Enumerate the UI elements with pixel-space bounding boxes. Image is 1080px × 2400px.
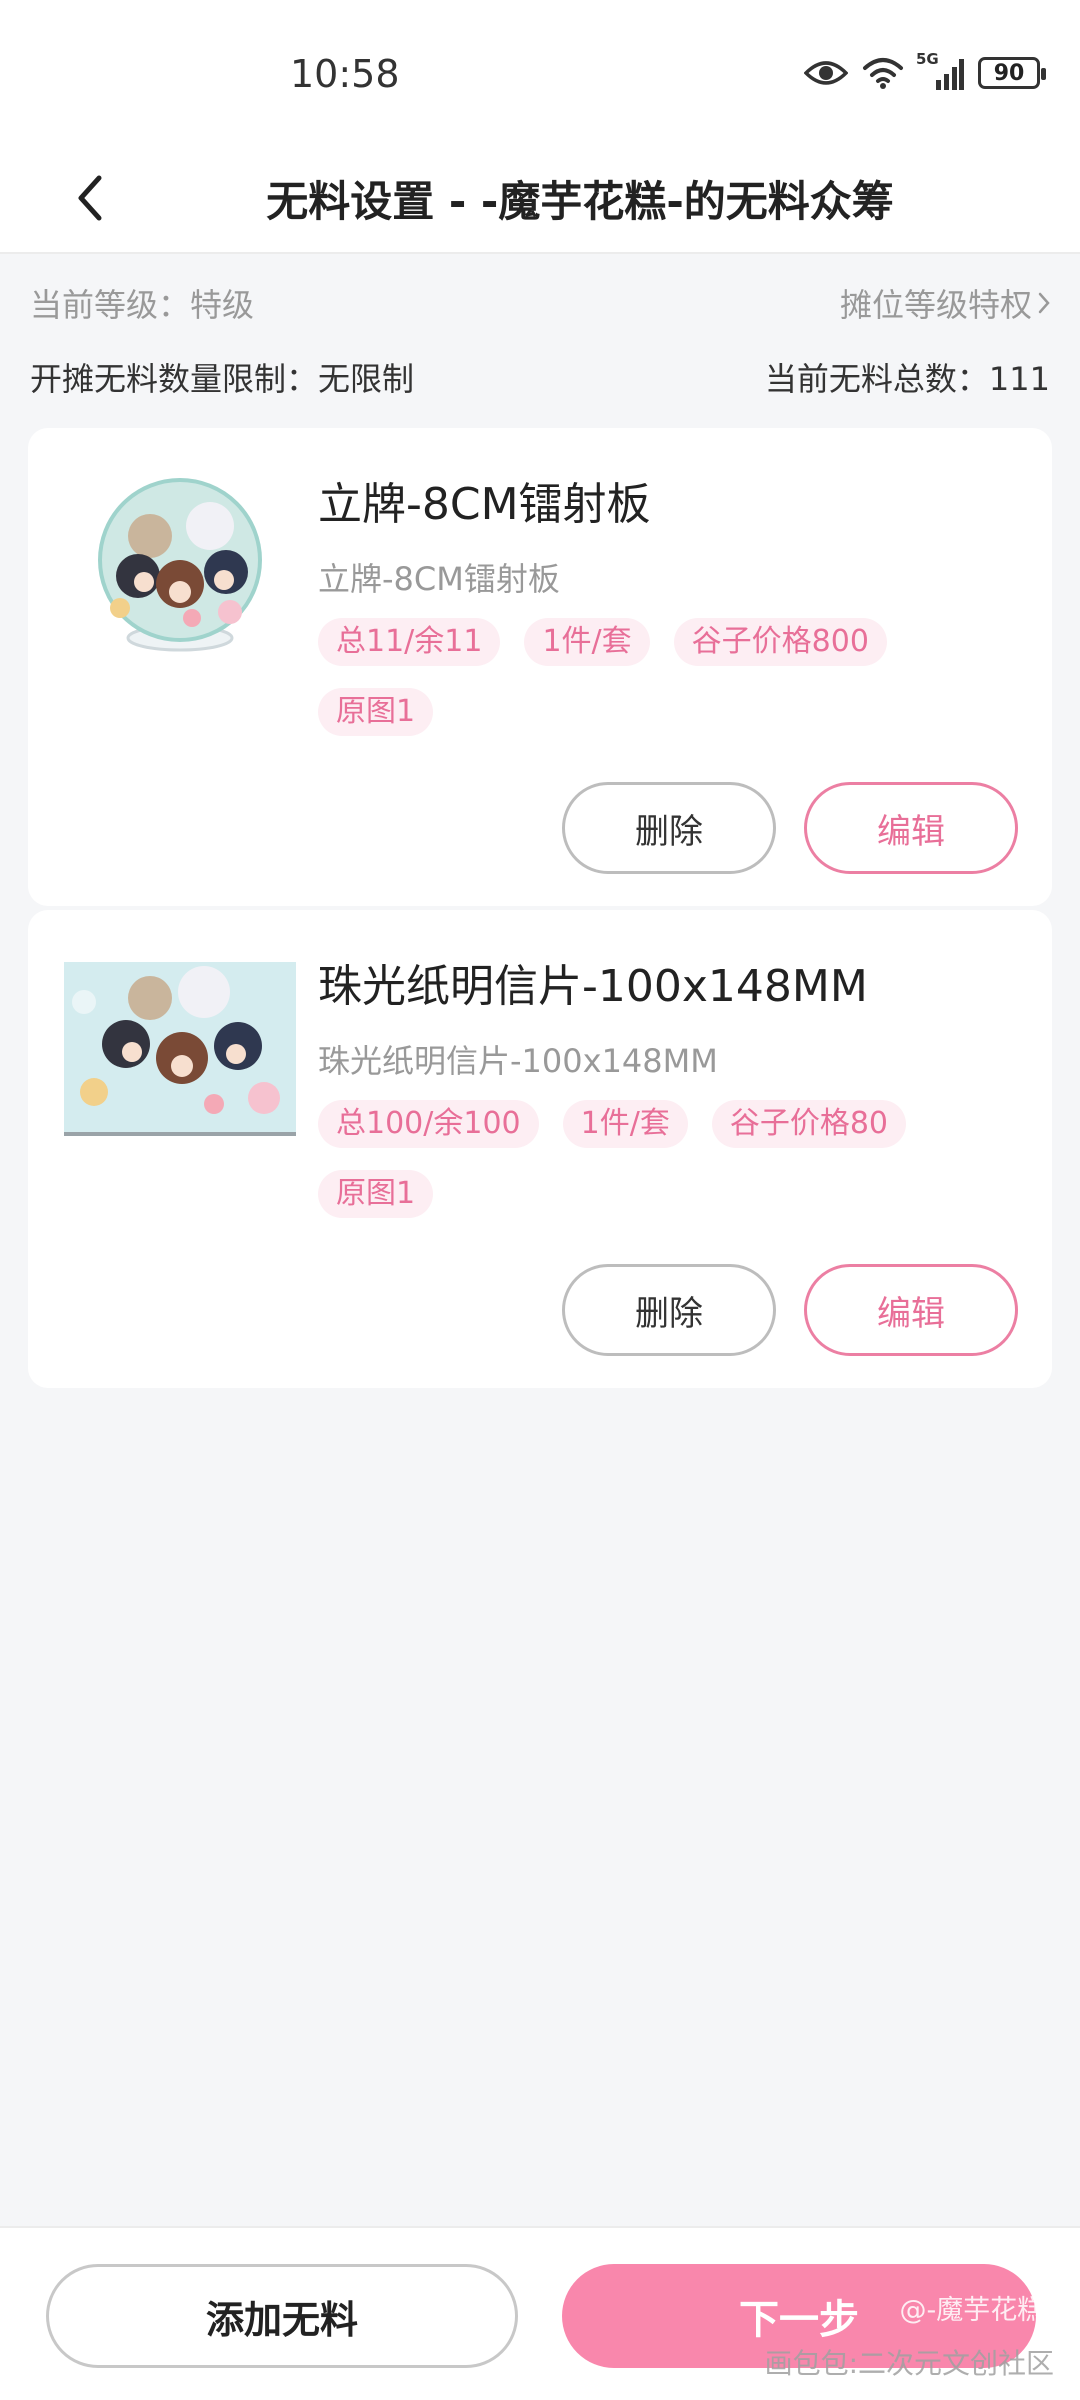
item-tags: 总100/余100 1件/套 谷子价格80 原图1 (318, 1100, 1022, 1218)
battery-icon: 90 (978, 57, 1046, 89)
page-title: 无料设置 - -魔芋花糕-的无料众筹 (266, 177, 894, 226)
item-thumbnail-postcard (64, 962, 296, 1136)
edit-button[interactable]: 编辑 (804, 1264, 1018, 1356)
set-tag: 1件/套 (562, 1100, 688, 1148)
item-title: 立牌-8CM镭射板 (318, 479, 651, 530)
signal-icon: 5G (916, 50, 964, 90)
original-image-tag: 原图1 (318, 1170, 434, 1218)
price-tag: 谷子价格80 (711, 1100, 907, 1148)
item-tags: 总11/余11 1件/套 谷子价格800 原图1 (318, 618, 1022, 736)
item-card: 珠光纸明信片-100x148MM 珠光纸明信片-100x148MM 总100/余… (28, 910, 1052, 1388)
stock-tag: 总11/余11 (318, 618, 501, 666)
item-thumbnail-standee (80, 476, 280, 666)
limit-row: 开摊无料数量限制：无限制 当前无料总数：111 (30, 354, 1050, 400)
wifi-icon (862, 56, 904, 90)
item-card: 立牌-8CM镭射板 立牌-8CM镭射板 总11/余11 1件/套 谷子价格800… (28, 428, 1052, 906)
network-type-label: 5G (916, 50, 939, 68)
level-row: 当前等级：特级 摊位等级特权 (30, 280, 1050, 326)
eye-icon (804, 58, 848, 88)
item-subtitle: 立牌-8CM镭射板 (318, 560, 560, 598)
item-title: 珠光纸明信片-100x148MM (318, 961, 868, 1012)
delete-button[interactable]: 删除 (562, 782, 776, 874)
status-icons: 5G 90 (804, 50, 1046, 90)
stock-tag: 总100/余100 (318, 1100, 539, 1148)
price-tag: 谷子价格800 (673, 618, 887, 666)
set-tag: 1件/套 (524, 618, 650, 666)
quantity-limit: 开摊无料数量限制：无限制 (30, 360, 415, 398)
nav-bar: 无料设置 - -魔芋花糕-的无料众筹 (0, 150, 1080, 254)
total-count: 当前无料总数：111 (764, 360, 1050, 398)
add-item-button[interactable]: 添加无料 (46, 2264, 518, 2368)
privilege-link-label: 摊位等级特权 (839, 286, 1032, 324)
chevron-right-icon (1038, 284, 1050, 322)
status-time: 10:58 (290, 52, 400, 96)
level-privilege-link[interactable]: 摊位等级特权 (840, 280, 1050, 326)
back-button[interactable] (50, 160, 130, 240)
original-image-tag: 原图1 (318, 688, 434, 736)
edit-button[interactable]: 编辑 (804, 782, 1018, 874)
item-subtitle: 珠光纸明信片-100x148MM (318, 1042, 718, 1080)
watermark-author: @-魔芋花糕- (899, 2295, 1055, 2326)
chevron-left-icon (75, 174, 105, 226)
current-level: 当前等级：特级 (30, 286, 255, 324)
status-bar: 10:58 5G 90 (0, 0, 1080, 150)
watermark-site: 画包包:二次元文创社区 (764, 2347, 1054, 2380)
delete-button[interactable]: 删除 (562, 1264, 776, 1356)
